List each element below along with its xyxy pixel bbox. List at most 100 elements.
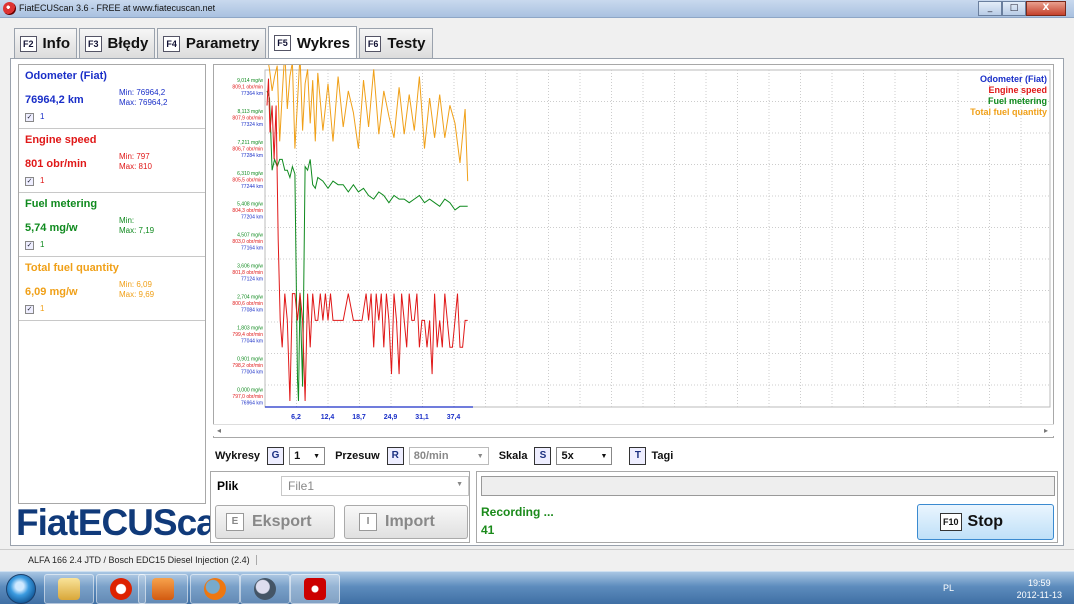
clock-time: 19:59: [1028, 578, 1051, 588]
wykresy-select[interactable]: 1 ▼: [289, 447, 326, 465]
x-tick-label: 37,4: [447, 414, 461, 421]
y-tick-label: 77244 km: [241, 184, 263, 190]
firefox-icon: [204, 578, 226, 600]
sensor-checkbox[interactable]: ✓: [25, 177, 34, 186]
chart-area: 9,014 mg/w 809,1 obr/min 77364 km 8,113 mg/…: [213, 64, 1054, 438]
sensor-checkbox[interactable]: ✓: [25, 113, 34, 122]
y-tick-label: 77284 km: [241, 153, 263, 159]
export-label: Eksport: [252, 513, 312, 530]
y-tick-label: 77084 km: [241, 308, 263, 314]
app-icon: [3, 2, 16, 15]
taskbar-media[interactable]: [138, 574, 188, 604]
sensor-chart-index: 1: [40, 112, 45, 121]
chart-controls: Wykresy G 1 ▼ Przesuw R 80/min ▼ Skala S 5…: [215, 445, 673, 467]
minimize-button[interactable]: _: [978, 1, 1002, 16]
wykresy-value: 1: [294, 450, 301, 462]
chart-scrollbar[interactable]: ◂ ▸: [213, 424, 1054, 436]
opera-icon: [110, 578, 132, 600]
y-tick-label: 77004 km: [241, 369, 263, 375]
tab-testy[interactable]: F6 Testy: [358, 28, 433, 58]
folder-icon: [58, 578, 80, 600]
tab-key: F4: [163, 35, 180, 52]
maximize-button[interactable]: □: [1002, 1, 1026, 16]
legend-entry: Engine speed: [988, 85, 1047, 95]
taskbar-app[interactable]: [240, 574, 290, 604]
tab-wykres[interactable]: F5 Wykres: [268, 26, 357, 59]
tray-language[interactable]: PL: [943, 583, 954, 593]
taskbar-explorer[interactable]: [44, 574, 94, 604]
y-tick-label: 76964 km: [241, 400, 263, 406]
sensor-total-fuel: Total fuel quantity 6,09 mg/w Min: 6,09 M…: [19, 257, 205, 321]
y-tick-label: 7,211 mg/w: [238, 140, 264, 146]
tab-info[interactable]: F2 Info: [14, 28, 78, 58]
sensor-min: Min: 797: [119, 152, 150, 161]
tab-key: F3: [85, 35, 102, 52]
stop-label: Stop: [967, 513, 1004, 530]
przesuw-key-button[interactable]: R: [386, 447, 404, 465]
sensor-name: Total fuel quantity: [25, 262, 119, 274]
przesuw-select[interactable]: 80/min ▼: [408, 447, 489, 465]
taskbar-firefox[interactable]: [190, 574, 240, 604]
y-tick-label: 806,7 obr/min: [232, 146, 263, 152]
tab-bledy[interactable]: F3 Błędy: [79, 28, 156, 58]
scroll-right-icon[interactable]: ▸: [1044, 426, 1048, 435]
sensor-checkbox[interactable]: ✓: [25, 305, 34, 314]
file-panel: Plik File1 ▼ E Eksport I Import: [210, 471, 470, 543]
tab-key: F6: [364, 35, 382, 52]
tab-parametry[interactable]: F4 Parametry: [157, 28, 267, 58]
y-tick-label: 797,0 obr/min: [232, 394, 263, 400]
fiatecuscan-icon: [304, 578, 326, 600]
sensor-value: 76964,2 km: [25, 94, 84, 106]
tagi-label: Tagi: [651, 450, 674, 462]
close-button[interactable]: X: [1026, 1, 1066, 16]
tab-key: F2: [20, 35, 37, 52]
tagi-key-button[interactable]: T: [629, 447, 647, 465]
sensor-minmax: Min: 797 Max: 810: [119, 152, 152, 172]
y-tick-label: 6,310 mg/w: [237, 171, 263, 177]
sensor-list: Odometer (Fiat) 76964,2 km Min: 76964,2 M…: [18, 64, 206, 504]
stop-button[interactable]: F10 Stop: [917, 504, 1054, 540]
skala-key-button[interactable]: S: [534, 447, 552, 465]
sensor-minmax: Min: Max: 7,19: [119, 216, 154, 236]
main-tabs: F2 Info F3 Błędy F4 Parametry F5 Wykres F6 Te…: [14, 26, 435, 59]
scroll-left-icon[interactable]: ◂: [217, 426, 221, 435]
sensor-fuel-metering: Fuel metering 5,74 mg/w Min: Max: 7,19 ✓ …: [19, 193, 205, 257]
skala-label: Skala: [498, 450, 528, 462]
clock[interactable]: 19:59 2012-11-13: [1017, 577, 1062, 601]
tab-label: Parametry: [185, 35, 260, 52]
start-button[interactable]: [6, 574, 36, 604]
y-tick-label: 77044 km: [241, 338, 263, 344]
app-logo: FiatECUScan: [16, 502, 238, 543]
sensor-max: Max: 76964,2: [119, 98, 168, 107]
taskbar-fiatecuscan[interactable]: [290, 574, 340, 604]
sensor-max: Max: 7,19: [119, 226, 155, 235]
legend-entry: Odometer (Fiat): [980, 74, 1047, 84]
sensor-checkbox[interactable]: ✓: [25, 241, 34, 250]
y-tick-label: 77164 km: [241, 246, 263, 252]
recording-status: Recording ...: [481, 505, 554, 519]
tab-key: F5: [274, 35, 291, 51]
sensor-engine-speed: Engine speed 801 obr/min Min: 797 Max: 81…: [19, 129, 205, 193]
y-tick-label: 77124 km: [241, 277, 263, 283]
y-tick-label: 803,0 obr/min: [232, 239, 263, 245]
window-title: FiatECUScan 3.6 - FREE at www.fiatecusca…: [19, 3, 216, 13]
import-button[interactable]: I Import: [344, 505, 468, 539]
plot-frame: [264, 69, 1051, 408]
y-tick-label: 804,3 obr/min: [232, 208, 263, 214]
sensor-minmax: Min: 6,09 Max: 9,69: [119, 280, 154, 300]
y-tick-label: 799,4 obr/min: [232, 332, 263, 338]
sensor-min: Min:: [119, 216, 135, 225]
recording-panel: Recording ... 41 F10 Stop: [476, 471, 1058, 543]
y-tick-label: 77364 km: [241, 91, 263, 97]
live-chart: 9,014 mg/w809,1 obr/min77364 km 8,113 mg/…: [232, 65, 1051, 421]
file-select[interactable]: File1 ▼: [281, 476, 469, 496]
sensor-name: Engine speed: [25, 134, 97, 146]
y-tick-label: 3,606 mg/w: [237, 264, 263, 270]
skala-select[interactable]: 5x ▼: [556, 447, 613, 465]
wykresy-key-button[interactable]: G: [267, 447, 285, 465]
y-tick-label: 1,803 mg/w: [237, 325, 263, 331]
sensor-value: 801 obr/min: [25, 158, 87, 170]
export-button[interactable]: E Eksport: [215, 505, 335, 539]
file-value: File1: [288, 479, 315, 493]
chevron-down-icon: ▼: [313, 452, 321, 460]
